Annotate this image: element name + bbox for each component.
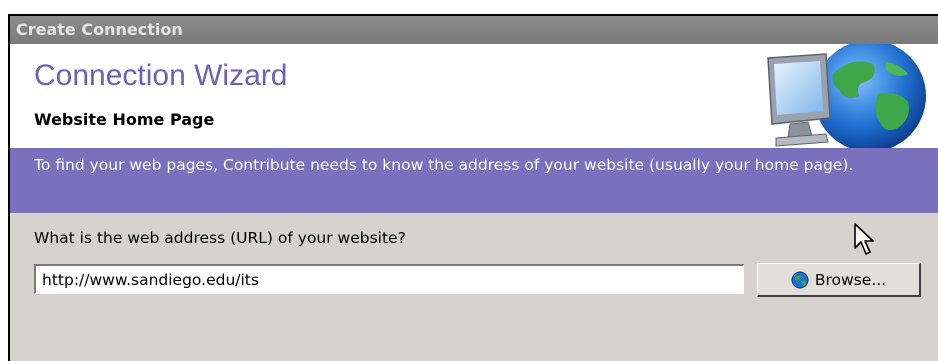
- url-question-label: What is the web address (URL) of your we…: [34, 229, 406, 247]
- globe-icon: [791, 271, 809, 288]
- wizard-subtitle: Website Home Page: [34, 110, 215, 129]
- create-connection-window: Create Connection Connection Wizard Webs…: [8, 14, 938, 361]
- instruction-banner: To find your web pages, Contribute needs…: [10, 148, 938, 213]
- monitor-globe-icon: [767, 44, 926, 148]
- browse-label: Browse...: [814, 270, 887, 289]
- browse-button[interactable]: Browse...: [757, 263, 921, 297]
- title-bar[interactable]: Create Connection: [10, 16, 938, 44]
- instruction-text: To find your web pages, Contribute needs…: [34, 156, 854, 174]
- url-input[interactable]: [34, 264, 744, 294]
- wizard-title: Connection Wizard: [34, 59, 288, 92]
- window-title: Create Connection: [16, 20, 183, 39]
- mouse-pointer-icon: [854, 223, 874, 255]
- wizard-header: Connection Wizard Website Home Page: [10, 44, 938, 148]
